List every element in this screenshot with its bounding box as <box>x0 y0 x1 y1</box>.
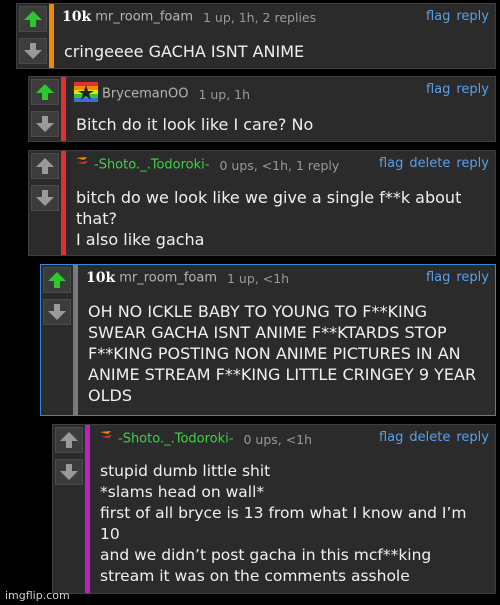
username-link[interactable]: -Shoto._.Todoroki- <box>118 432 233 447</box>
reply-link[interactable]: reply <box>456 156 489 171</box>
badge-10k: 10k <box>62 9 92 25</box>
comment-1: 10k mr_room_foam 1 up, 1h, 2 replies flag r… <box>16 3 496 69</box>
flag-link[interactable]: flag <box>379 156 403 171</box>
username-link[interactable]: mr_room_foam <box>119 271 217 286</box>
upvote-button[interactable] <box>31 79 59 105</box>
comment-header: 10k mr_room_foam 1 up, <1h flag reply <box>86 270 489 290</box>
flag-link[interactable]: flag <box>426 270 450 285</box>
comment-4: 10k mr_room_foam 1 up, <1h flag reply OH NO… <box>40 264 496 416</box>
username-link[interactable]: BrycemanOO <box>102 87 188 102</box>
arrow-down-icon <box>60 464 78 480</box>
arrow-up-icon <box>60 432 78 448</box>
comment-meta: 1 up, <1h <box>227 270 290 286</box>
delete-link[interactable]: delete <box>409 430 450 445</box>
upvote-button[interactable] <box>43 267 71 293</box>
username-link[interactable]: -Shoto._.Todoroki- <box>94 158 209 173</box>
comment-2: BrycemanOO 1 up, 1h flag reply Bitch do it… <box>28 76 496 142</box>
reply-link[interactable]: reply <box>456 270 489 285</box>
arrow-up-icon <box>48 272 66 288</box>
comment-meta: 1 up, 1h <box>198 86 251 102</box>
reply-link[interactable]: reply <box>456 430 489 445</box>
arrow-down-icon <box>36 116 54 132</box>
vote-column <box>29 151 61 255</box>
imgflip-watermark: imgflip.com <box>5 589 70 602</box>
flag-link[interactable]: flag <box>379 430 403 445</box>
comment-meta: 0 ups, <1h <box>243 431 313 447</box>
comment-5: -Shoto._.Todoroki- 0 ups, <1h flag delete r… <box>52 424 496 594</box>
bryceman-flag-avatar-icon <box>74 82 98 106</box>
downvote-button[interactable] <box>55 459 83 485</box>
comment-text: OH NO ICKLE BABY TO YOUNG TO F**KING SWE… <box>88 302 477 405</box>
arrow-down-icon <box>24 43 42 59</box>
downvote-button[interactable] <box>43 299 71 325</box>
vote-column <box>17 4 49 68</box>
comment-text: stupid dumb little shit *slams head on w… <box>100 462 467 585</box>
vote-column <box>29 77 61 141</box>
comment-meta: 0 ups, <1h, 1 reply <box>219 157 340 173</box>
comment-text: Bitch do it look like I care? No <box>76 115 314 134</box>
arrow-up-icon <box>36 84 54 100</box>
flag-link[interactable]: flag <box>426 82 450 97</box>
comment-header: BrycemanOO 1 up, 1h flag reply <box>74 82 489 102</box>
flag-link[interactable]: flag <box>426 9 450 24</box>
vote-column <box>53 425 85 593</box>
flame-avatar-icon <box>74 156 90 174</box>
flame-avatar-icon <box>98 430 114 448</box>
username-link[interactable]: mr_room_foam <box>95 10 193 25</box>
downvote-button[interactable] <box>19 38 47 64</box>
downvote-button[interactable] <box>31 185 59 211</box>
comment-header: -Shoto._.Todoroki- 0 ups, <1h, 1 reply fl… <box>74 156 489 176</box>
reply-link[interactable]: reply <box>456 9 489 24</box>
comment-text: cringeeee GACHA ISNT ANIME <box>64 42 305 61</box>
arrow-down-icon <box>36 190 54 206</box>
comment-header: -Shoto._.Todoroki- 0 ups, <1h flag delete r… <box>98 430 489 450</box>
comment-3: -Shoto._.Todoroki- 0 ups, <1h, 1 reply fl… <box>28 150 496 256</box>
arrow-up-icon <box>24 11 42 27</box>
arrow-up-icon <box>36 158 54 174</box>
badge-10k: 10k <box>86 270 116 286</box>
downvote-button[interactable] <box>31 111 59 137</box>
comment-text: bitch do we look like we give a single f… <box>76 188 462 249</box>
reply-link[interactable]: reply <box>456 82 489 97</box>
delete-link[interactable]: delete <box>409 156 450 171</box>
arrow-down-icon <box>48 304 66 320</box>
vote-column <box>41 265 73 415</box>
upvote-button[interactable] <box>31 153 59 179</box>
comment-header: 10k mr_room_foam 1 up, 1h, 2 replies flag r… <box>62 9 489 29</box>
comment-meta: 1 up, 1h, 2 replies <box>203 9 317 25</box>
upvote-button[interactable] <box>19 6 47 32</box>
upvote-button[interactable] <box>55 427 83 453</box>
